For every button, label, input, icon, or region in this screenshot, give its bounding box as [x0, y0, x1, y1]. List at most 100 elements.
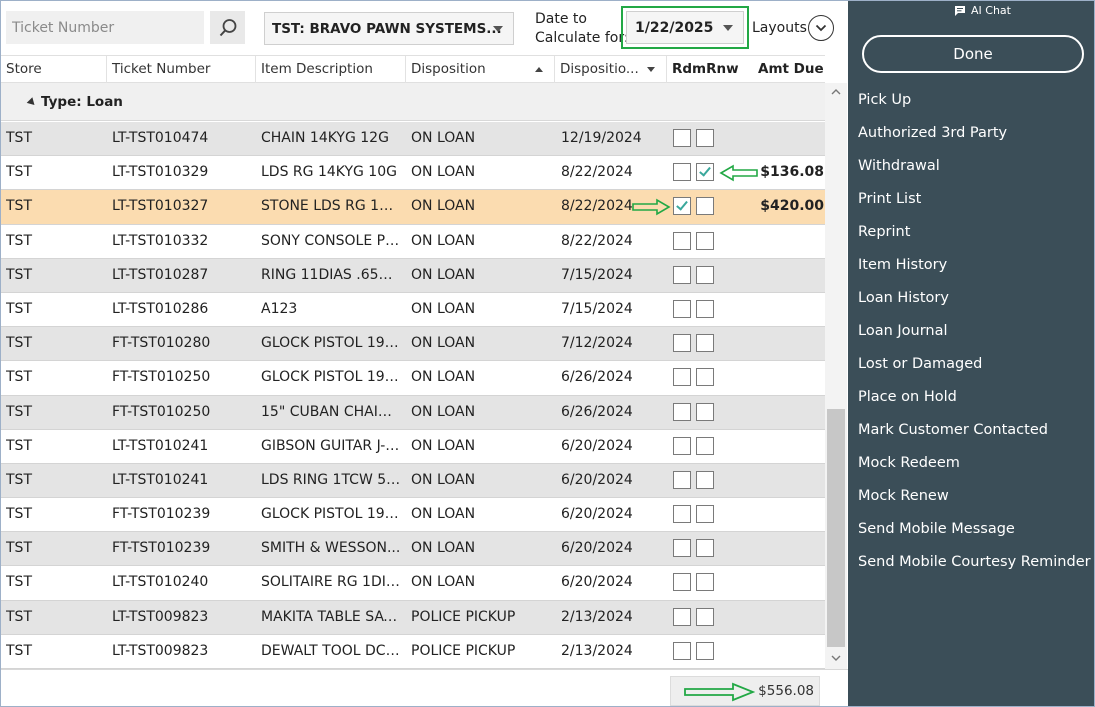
table-row[interactable]: TST FT-TST010239 GLOCK PISTOL 19 G... ON LO…	[1, 498, 825, 533]
table-row[interactable]: TST LT-TST010332 SONY CONSOLE PL... ON LOAN…	[1, 224, 825, 259]
cell-amt-due	[755, 396, 825, 429]
column-header-item-description[interactable]: Item Description	[255, 56, 405, 83]
scrollbar-thumb[interactable]	[827, 409, 845, 647]
renew-checkbox[interactable]	[696, 299, 714, 318]
cell-amt-due	[755, 635, 825, 668]
menu-item-print-list[interactable]: Print List	[858, 188, 1094, 221]
menu-item-loan-journal[interactable]: Loan Journal	[858, 320, 1094, 353]
menu-item-send-mobile-courtesy-reminder[interactable]: Send Mobile Courtesy Reminder	[858, 551, 1094, 584]
layouts-button[interactable]	[808, 15, 834, 41]
ai-chat-button[interactable]: AI Chat	[954, 4, 1011, 17]
renew-checkbox[interactable]	[696, 129, 714, 147]
redeem-checkbox[interactable]	[673, 265, 691, 284]
renew-checkbox[interactable]	[696, 573, 714, 592]
renew-checkbox[interactable]	[696, 197, 714, 216]
redeem-checkbox[interactable]	[673, 505, 691, 524]
cell-ticket-number: FT-TST010280	[112, 335, 211, 352]
column-header-store[interactable]: Store	[1, 56, 106, 83]
collapse-triangle-icon[interactable]	[26, 97, 38, 108]
cell-amt-due	[755, 464, 825, 497]
main-panel: TST: BRAVO PAWN SYSTEMS... Date to Calcu…	[1, 1, 848, 706]
redeem-checkbox[interactable]	[673, 368, 691, 387]
scroll-down-icon[interactable]	[831, 653, 841, 663]
renew-checkbox[interactable]	[696, 539, 714, 558]
menu-item-mock-renew[interactable]: Mock Renew	[858, 485, 1094, 518]
ticket-number-input[interactable]	[6, 11, 204, 44]
cell-ticket-number: LT-TST009823	[112, 608, 209, 625]
renew-checkbox[interactable]	[696, 641, 714, 660]
table-row[interactable]: TST FT-TST010239 SMITH & WESSON... ON LOAN 6…	[1, 532, 825, 567]
redeem-checkbox[interactable]	[673, 573, 691, 592]
menu-item-withdrawal[interactable]: Withdrawal	[858, 155, 1094, 188]
renew-checkbox[interactable]	[696, 505, 714, 524]
redeem-checkbox[interactable]	[673, 436, 691, 455]
redeem-checkbox[interactable]	[673, 641, 691, 660]
table-row[interactable]: TST LT-TST010241 GIBSON GUITAR J-2... ON LO…	[1, 429, 825, 464]
menu-item-pick-up[interactable]: Pick Up	[858, 89, 1094, 122]
store-select-value: TST: BRAVO PAWN SYSTEMS...	[272, 20, 502, 37]
menu-item-place-on-hold[interactable]: Place on Hold	[858, 386, 1094, 419]
search-button[interactable]	[210, 11, 245, 44]
menu-item-reprint[interactable]: Reprint	[858, 221, 1094, 254]
menu-item-mark-customer-contacted[interactable]: Mark Customer Contacted	[858, 419, 1094, 452]
date-select[interactable]: 1/22/2025	[626, 11, 744, 44]
menu-item-item-history[interactable]: Item History	[858, 254, 1094, 287]
group-label: Type: Loan	[41, 94, 123, 110]
filter-dropdown-icon[interactable]	[647, 67, 655, 72]
column-header-rdm-rnw[interactable]: RdmRnw	[666, 56, 750, 83]
table-row[interactable]: TST LT-TST010241 LDS RING 1TCW 5.5G ON LOAN…	[1, 463, 825, 499]
redeem-checkbox[interactable]	[673, 334, 691, 353]
redeem-checkbox[interactable]	[673, 470, 691, 489]
redeem-checkbox[interactable]	[673, 231, 691, 250]
cell-amt-due	[755, 532, 825, 565]
checkmark-icon	[676, 198, 688, 212]
redeem-checkbox[interactable]	[673, 163, 691, 182]
redeem-checkbox[interactable]	[673, 197, 691, 216]
table-row[interactable]: TST LT-TST010327 STONE LDS RG 14K... ON LOA…	[1, 190, 825, 225]
renew-checkbox[interactable]	[696, 368, 714, 387]
renew-checkbox[interactable]	[696, 334, 714, 353]
cell-disposition: ON LOAN	[411, 335, 476, 352]
cell-disposition: POLICE PICKUP	[411, 608, 516, 625]
menu-item-loan-history[interactable]: Loan History	[858, 287, 1094, 320]
table-row[interactable]: TST FT-TST010280 GLOCK PISTOL 19 G... ON LO…	[1, 327, 825, 362]
redeem-checkbox[interactable]	[673, 299, 691, 318]
column-header-ticket-number[interactable]: Ticket Number	[106, 56, 255, 83]
renew-checkbox[interactable]	[696, 470, 714, 489]
column-header-disposition-date[interactable]: Dispositio...	[554, 56, 639, 83]
table-row[interactable]: TST LT-TST010474 CHAIN 14KYG 12G ON LOAN 12/…	[1, 122, 825, 157]
cell-ticket-number: LT-TST010287	[112, 266, 209, 283]
group-row-loan[interactable]: Type: Loan	[1, 83, 825, 121]
menu-item-mock-redeem[interactable]: Mock Redeem	[858, 452, 1094, 485]
menu-item-send-mobile-message[interactable]: Send Mobile Message	[858, 518, 1094, 551]
cell-disposition-date: 7/15/2024	[561, 300, 633, 317]
redeem-checkbox[interactable]	[673, 539, 691, 558]
column-header-amt-due[interactable]: Amt Due	[753, 56, 825, 83]
table-row[interactable]: TST FT-TST010250 15" CUBAN CHAIN... ON LOAN…	[1, 395, 825, 430]
scroll-up-icon[interactable]	[831, 87, 841, 97]
renew-checkbox[interactable]	[696, 265, 714, 284]
cell-amt-due	[755, 225, 825, 258]
redeem-checkbox[interactable]	[673, 607, 691, 626]
redeem-checkbox[interactable]	[673, 129, 691, 147]
column-header-disposition[interactable]: Disposition	[405, 56, 531, 83]
renew-checkbox[interactable]	[696, 436, 714, 455]
done-button[interactable]: Done	[862, 35, 1084, 73]
menu-item-authorized-3rd-party[interactable]: Authorized 3rd Party	[858, 122, 1094, 155]
renew-checkbox[interactable]	[696, 163, 714, 182]
table-row[interactable]: TST LT-TST009823 DEWALT TOOL DCL... POLICE …	[1, 634, 825, 669]
table-row[interactable]: TST LT-TST010240 SOLITAIRE RG 1DIA... ON LO…	[1, 566, 825, 601]
table-row[interactable]: TST FT-TST010250 GLOCK PISTOL 19 G... ON LO…	[1, 361, 825, 396]
table-row[interactable]: TST LT-TST010329 LDS RG 14KYG 10G ON LOAN 8/…	[1, 156, 825, 191]
table-row[interactable]: TST LT-TST010286 A123 ON LOAN 7/15/2024	[1, 292, 825, 328]
table-row[interactable]: TST LT-TST009823 MAKITA TABLE SAW... POLICE…	[1, 600, 825, 635]
redeem-checkbox[interactable]	[673, 402, 691, 421]
vertical-scrollbar[interactable]	[825, 83, 847, 669]
menu-item-lost-or-damaged[interactable]: Lost or Damaged	[858, 353, 1094, 386]
renew-checkbox[interactable]	[696, 607, 714, 626]
store-select[interactable]: TST: BRAVO PAWN SYSTEMS...	[264, 12, 514, 45]
renew-checkbox[interactable]	[696, 402, 714, 421]
table-row[interactable]: TST LT-TST010287 RING 11DIAS .65CT... ON LO…	[1, 258, 825, 293]
toolbar: TST: BRAVO PAWN SYSTEMS... Date to Calcu…	[1, 1, 848, 55]
renew-checkbox[interactable]	[696, 231, 714, 250]
